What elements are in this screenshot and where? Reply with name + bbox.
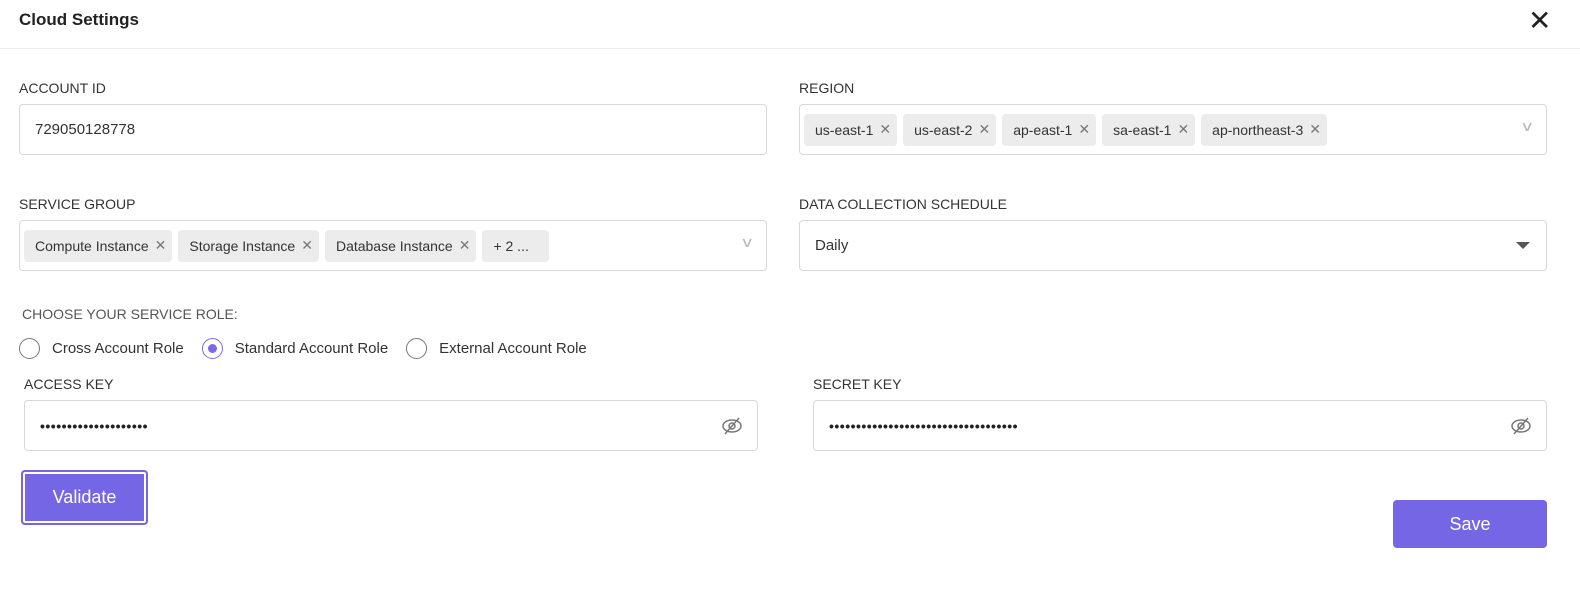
account-id-input[interactable]: 729050128778 [19, 104, 767, 155]
region-select[interactable]: us-east-1 ✕ us-east-2 ✕ ap-east-1 ✕ sa-east… [799, 104, 1547, 155]
service-group-select[interactable]: Compute Instance ✕ Storage Instance ✕ Data… [19, 220, 767, 271]
dialog-title: Cloud Settings [19, 10, 139, 29]
account-id-value: 729050128778 [35, 121, 136, 138]
more-chips[interactable]: + 2 ... [482, 229, 549, 262]
close-icon[interactable]: ✕ [1528, 4, 1551, 37]
service-role-group: Cross Account Role Standard Account Role… [19, 338, 605, 359]
radio-label: Cross Account Role [52, 340, 184, 357]
remove-chip-icon[interactable]: ✕ [1078, 121, 1090, 138]
access-key-input[interactable]: •••••••••••••••••••• [24, 400, 758, 451]
chip-label: us-east-2 [914, 121, 973, 138]
radio-cross-account-role[interactable]: Cross Account Role [19, 338, 184, 359]
schedule-value: Daily [815, 237, 849, 254]
caret-down-icon [1516, 242, 1530, 249]
remove-chip-icon[interactable]: ✕ [459, 237, 471, 254]
account-id-label: ACCOUNT ID [19, 80, 106, 96]
radio-label: Standard Account Role [234, 340, 389, 357]
secret-key-input[interactable]: ••••••••••••••••••••••••••••••••••• [813, 400, 1547, 451]
service-chip: Storage Instance ✕ [178, 229, 319, 262]
eye-off-icon[interactable] [721, 415, 743, 442]
region-chip: us-east-2 ✕ [903, 113, 997, 146]
eye-off-icon[interactable] [1510, 415, 1532, 442]
schedule-select[interactable]: Daily [799, 220, 1547, 271]
dialog-header: Cloud Settings ✕ [0, 0, 1580, 49]
access-key-value: •••••••••••••••••••• [40, 417, 149, 434]
remove-chip-icon[interactable]: ✕ [879, 121, 891, 138]
radio-selected-icon [201, 338, 223, 359]
remove-chip-icon[interactable]: ✕ [978, 121, 990, 138]
secret-key-value: ••••••••••••••••••••••••••••••••••• [829, 417, 1019, 434]
chip-label: Database Instance [335, 237, 453, 254]
region-label: REGION [799, 80, 855, 96]
validate-button[interactable]: Validate [21, 470, 148, 525]
radio-icon [406, 338, 428, 359]
schedule-label: DATA COLLECTION SCHEDULE [799, 196, 1007, 212]
chip-label: us-east-1 [815, 121, 874, 138]
service-role-label: CHOOSE YOUR SERVICE ROLE: [22, 306, 238, 322]
save-button[interactable]: Save [1393, 500, 1547, 548]
chip-label: Storage Instance [189, 237, 296, 254]
remove-chip-icon[interactable]: ✕ [1309, 121, 1321, 138]
radio-external-account-role[interactable]: External Account Role [406, 338, 587, 359]
service-chip: Compute Instance ✕ [24, 229, 173, 262]
radio-label: External Account Role [439, 340, 587, 357]
service-chip: Database Instance ✕ [324, 229, 477, 262]
access-key-label: ACCESS KEY [24, 376, 114, 392]
region-chip: ap-northeast-3 ✕ [1201, 113, 1327, 146]
radio-standard-account-role[interactable]: Standard Account Role [201, 338, 389, 359]
chip-label: ap-east-1 [1013, 121, 1073, 138]
secret-key-label: SECRET KEY [813, 376, 902, 392]
remove-chip-icon[interactable]: ✕ [1177, 121, 1189, 138]
remove-chip-icon[interactable]: ✕ [301, 237, 313, 254]
chevron-down-icon[interactable]: ∨ [740, 234, 754, 251]
region-chip: us-east-1 ✕ [804, 113, 898, 146]
remove-chip-icon[interactable]: ✕ [155, 237, 167, 254]
chip-label: ap-northeast-3 [1212, 121, 1304, 138]
radio-icon [19, 338, 40, 359]
service-group-label: SERVICE GROUP [19, 196, 136, 212]
region-chip: sa-east-1 ✕ [1102, 113, 1196, 146]
chip-label: sa-east-1 [1113, 121, 1172, 138]
chip-label: Compute Instance [35, 237, 149, 254]
chevron-down-icon[interactable]: ∨ [1520, 118, 1534, 135]
region-chip: ap-east-1 ✕ [1002, 113, 1097, 146]
